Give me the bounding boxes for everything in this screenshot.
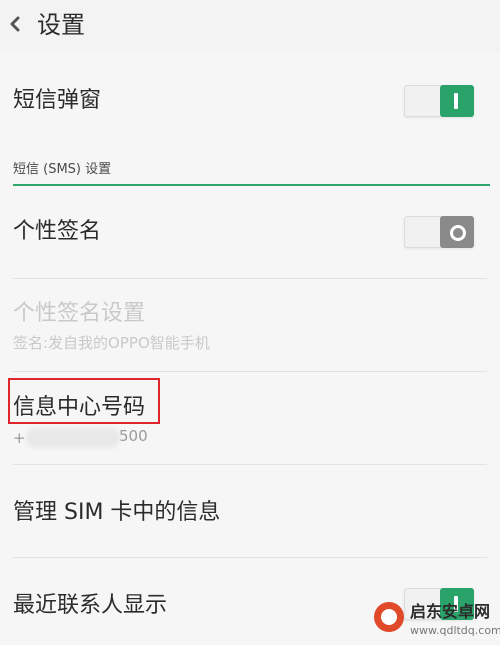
watermark-name: 启东安卓网 <box>410 602 491 621</box>
blurred-number <box>26 428 120 448</box>
message-center-suffix: 500 <box>119 427 148 445</box>
setting-label-signature-settings: 个性签名设置 <box>13 301 146 326</box>
sms-popup-toggle[interactable] <box>404 85 474 117</box>
setting-row-manage-sim[interactable]: 管理 SIM 卡中的信息 <box>0 465 500 557</box>
setting-label-sms-popup: 短信弹窗 <box>13 88 102 113</box>
chevron-left-icon[interactable] <box>8 12 22 36</box>
header-bar: 设置 <box>0 0 500 52</box>
watermark: 启东安卓网 www.qdltdq.com <box>364 598 500 645</box>
setting-row-signature[interactable]: 个性签名 <box>0 186 500 278</box>
watermark-url: www.qdltdq.com <box>410 624 500 637</box>
signature-toggle[interactable] <box>404 216 474 248</box>
signature-text: 签名:发自我的OPPO智能手机 <box>13 334 210 352</box>
toggle-off-knob <box>440 216 474 248</box>
highlight-annotation <box>8 378 160 424</box>
setting-label-recent-contacts: 最近联系人显示 <box>13 593 168 618</box>
setting-row-signature-settings: 个性签名设置 签名:发自我的OPPO智能手机 <box>0 279 500 371</box>
message-center-prefix: + <box>13 429 26 447</box>
toggle-on-knob <box>440 85 474 117</box>
setting-label-manage-sim: 管理 SIM 卡中的信息 <box>13 500 221 525</box>
setting-row-sms-popup[interactable]: 短信弹窗 <box>0 52 500 152</box>
watermark-logo-icon <box>374 602 404 632</box>
section-header-sms-settings: 短信 (SMS) 设置 <box>13 162 112 177</box>
setting-label-signature: 个性签名 <box>13 219 102 244</box>
page-title: 设置 <box>37 11 85 39</box>
